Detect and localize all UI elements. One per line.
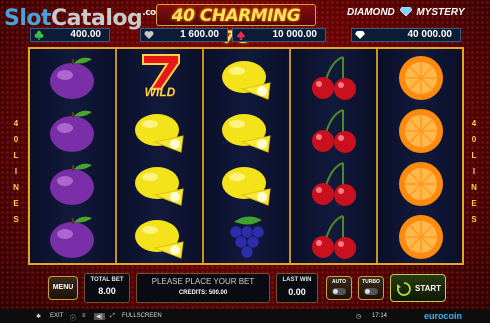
reel-area: WILD <box>28 47 464 265</box>
turbo-toggle[interactable] <box>364 288 378 295</box>
plum-symbol <box>38 106 108 156</box>
jackpot-diamond: 40 000.00 <box>351 28 461 42</box>
heart-icon <box>144 31 154 39</box>
orange-symbol <box>386 106 456 156</box>
turbo-button[interactable]: TURBO <box>358 276 384 300</box>
spin-icon <box>397 282 411 296</box>
spade-icon <box>237 31 245 40</box>
club-icon <box>34 30 44 40</box>
plum-symbol <box>38 212 108 262</box>
orange-symbol <box>386 53 456 103</box>
cherry-symbol <box>299 212 369 262</box>
footer-bar: ✱ EXIT ⓘ ≡ ◀) ⤢ FULLSCREEN ◷ 17:14 euroc… <box>0 309 490 323</box>
last-win-label: LAST WIN <box>282 277 312 283</box>
clock-icon: ◷ <box>356 314 362 320</box>
fullscreen-icon[interactable]: ⤢ <box>110 313 115 320</box>
fullscreen-button[interactable]: FULLSCREEN <box>122 313 162 319</box>
menu-button[interactable]: MENU <box>48 276 78 300</box>
cherry-symbol <box>299 106 369 156</box>
grapes-symbol <box>212 212 282 262</box>
auto-button[interactable]: AUTO <box>326 276 352 300</box>
cherry-symbol <box>299 159 369 209</box>
home-icon[interactable]: ✱ <box>36 313 41 320</box>
jackpot-club: 400.00 <box>30 28 110 42</box>
lemon-symbol <box>125 159 195 209</box>
settings-icon[interactable]: ≡ <box>82 313 86 319</box>
exit-button[interactable]: EXIT <box>50 313 63 319</box>
game-title: 40 CHARMING 7's <box>156 4 316 48</box>
orange-symbol <box>386 159 456 209</box>
jackpot-spade: 10 000.00 <box>232 28 326 42</box>
lemon-symbol <box>212 159 282 209</box>
plum-symbol <box>38 159 108 209</box>
diamond-mystery-logo: DIAMOND MYSTERY <box>347 7 465 18</box>
wild-label: WILD <box>144 85 176 99</box>
sound-icon[interactable]: ◀) <box>94 313 105 320</box>
orange-symbol <box>386 212 456 262</box>
diamond-logo-icon <box>399 7 412 16</box>
message-panel: PLEASE PLACE YOUR BET CREDITS: 500.00 <box>136 273 270 303</box>
info-icon[interactable]: ⓘ <box>70 313 76 322</box>
credits-display: CREDITS: 500.00 <box>178 290 228 296</box>
start-button[interactable]: START <box>390 274 446 302</box>
plum-symbol <box>38 53 108 103</box>
lemon-symbol <box>212 53 282 103</box>
lines-indicator-left: 40LINES <box>13 119 19 224</box>
control-bar: MENU TOTAL BET 8.00 PLEASE PLACE YOUR BE… <box>40 270 460 308</box>
clock-time: 17:14 <box>372 313 388 319</box>
lemon-symbol <box>125 106 195 156</box>
cherry-symbol <box>299 53 369 103</box>
message-text: PLEASE PLACE YOUR BET <box>151 277 255 286</box>
diamond-icon <box>355 31 365 39</box>
last-win-value: 0.00 <box>288 287 306 297</box>
last-win-panel: LAST WIN 0.00 <box>276 273 318 303</box>
jackpot-heart: 1 600.00 <box>140 28 228 42</box>
total-bet-label: TOTAL BET <box>90 277 124 283</box>
lemon-symbol <box>212 106 282 156</box>
total-bet-value: 8.00 <box>98 286 116 296</box>
auto-toggle[interactable] <box>332 288 346 295</box>
seven-wild-symbol: WILD <box>125 53 195 103</box>
lines-indicator-right: 40LINES <box>471 119 477 224</box>
total-bet-panel[interactable]: TOTAL BET 8.00 <box>84 273 130 303</box>
lemon-symbol <box>125 212 195 262</box>
eurocoin-logo: eurocoin <box>424 311 463 321</box>
